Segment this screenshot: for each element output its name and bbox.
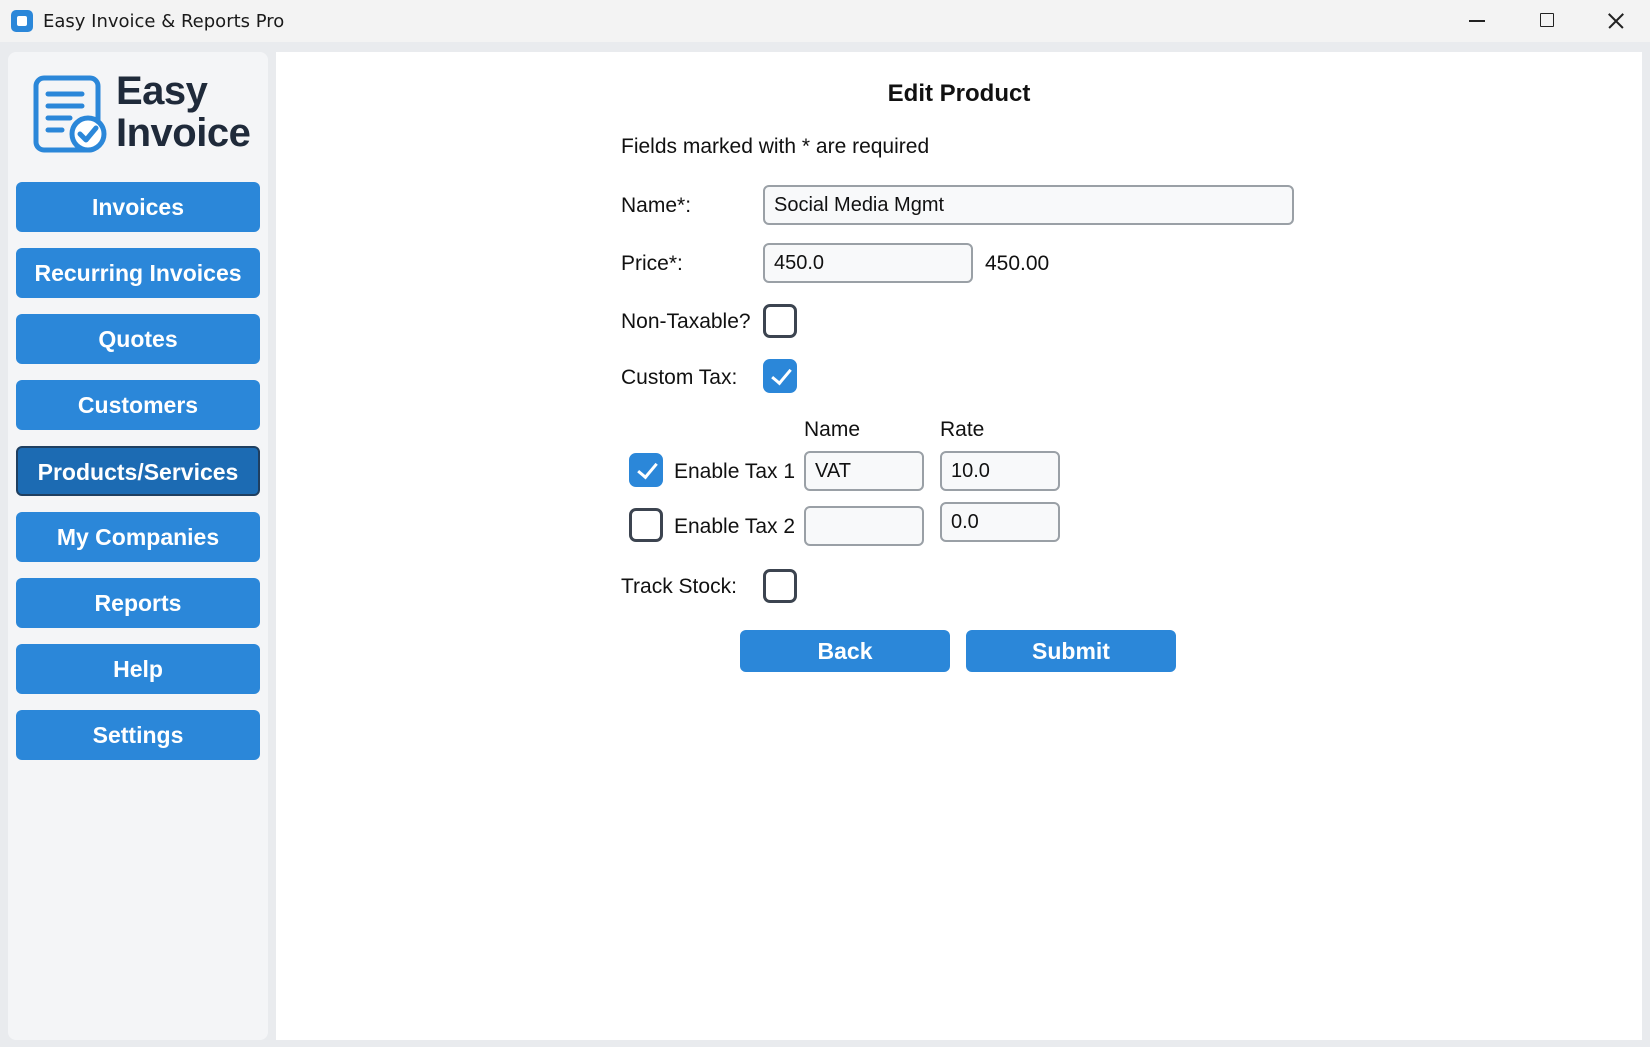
nav-my-companies-button[interactable]: My Companies (16, 512, 260, 562)
nav-products-services-button[interactable]: Products/Services (16, 446, 260, 496)
close-icon[interactable] (1580, 0, 1650, 42)
submit-button[interactable]: Submit (966, 630, 1176, 672)
custom-tax-checkbox[interactable] (763, 359, 797, 393)
minimize-icon[interactable] (1442, 0, 1512, 42)
page-title: Edit Product (887, 80, 1031, 107)
back-button[interactable]: Back (740, 630, 950, 672)
logo-text: Easy Invoice (116, 69, 251, 155)
nav-reports-button[interactable]: Reports (16, 578, 260, 628)
nav-invoices-button[interactable]: Invoices (16, 182, 260, 232)
tax-name-header: Name (804, 418, 861, 441)
tax-1-name-input[interactable] (804, 451, 924, 491)
tax-rate-header: Rate (940, 418, 985, 441)
non-taxable-checkbox[interactable] (763, 304, 797, 338)
enable-tax-2-label: Enable Tax 2 (674, 515, 796, 538)
price-input[interactable] (763, 243, 973, 283)
logo-line-2: Invoice (116, 111, 251, 155)
title-bar: Easy Invoice & Reports Pro (0, 0, 1650, 42)
nav-help-button[interactable]: Help (16, 644, 260, 694)
tax-2-name-input[interactable] (804, 506, 924, 546)
price-formatted: 450.00 (985, 252, 1050, 275)
enable-tax-2-checkbox[interactable] (629, 508, 663, 542)
tax-1-rate-input[interactable] (940, 451, 1060, 491)
app-icon (11, 10, 33, 32)
sidebar: Easy Invoice Invoices Recurring Invoices… (8, 52, 268, 1040)
nav-customers-button[interactable]: Customers (16, 380, 260, 430)
edit-product-panel: Edit Product Fields marked with * are re… (276, 52, 1642, 1040)
enable-tax-1-label: Enable Tax 1 (674, 460, 796, 483)
enable-tax-1-checkbox[interactable] (629, 453, 663, 487)
price-label: Price*: (621, 252, 683, 275)
nav-quotes-button[interactable]: Quotes (16, 314, 260, 364)
track-stock-checkbox[interactable] (763, 569, 797, 603)
nav-recurring-invoices-button[interactable]: Recurring Invoices (16, 248, 260, 298)
non-taxable-label: Non-Taxable? (621, 310, 751, 333)
track-stock-label: Track Stock: (621, 575, 737, 598)
logo-line-1: Easy (116, 69, 208, 113)
custom-tax-label: Custom Tax: (621, 366, 738, 389)
window-title: Easy Invoice & Reports Pro (43, 11, 285, 32)
name-label: Name*: (621, 194, 692, 217)
nav-settings-button[interactable]: Settings (16, 710, 260, 760)
tax-2-rate-input[interactable] (940, 502, 1060, 542)
name-input[interactable] (763, 185, 1294, 225)
maximize-icon[interactable] (1512, 0, 1582, 42)
required-note: Fields marked with * are required (621, 135, 930, 158)
invoice-document-check-icon (33, 75, 107, 153)
